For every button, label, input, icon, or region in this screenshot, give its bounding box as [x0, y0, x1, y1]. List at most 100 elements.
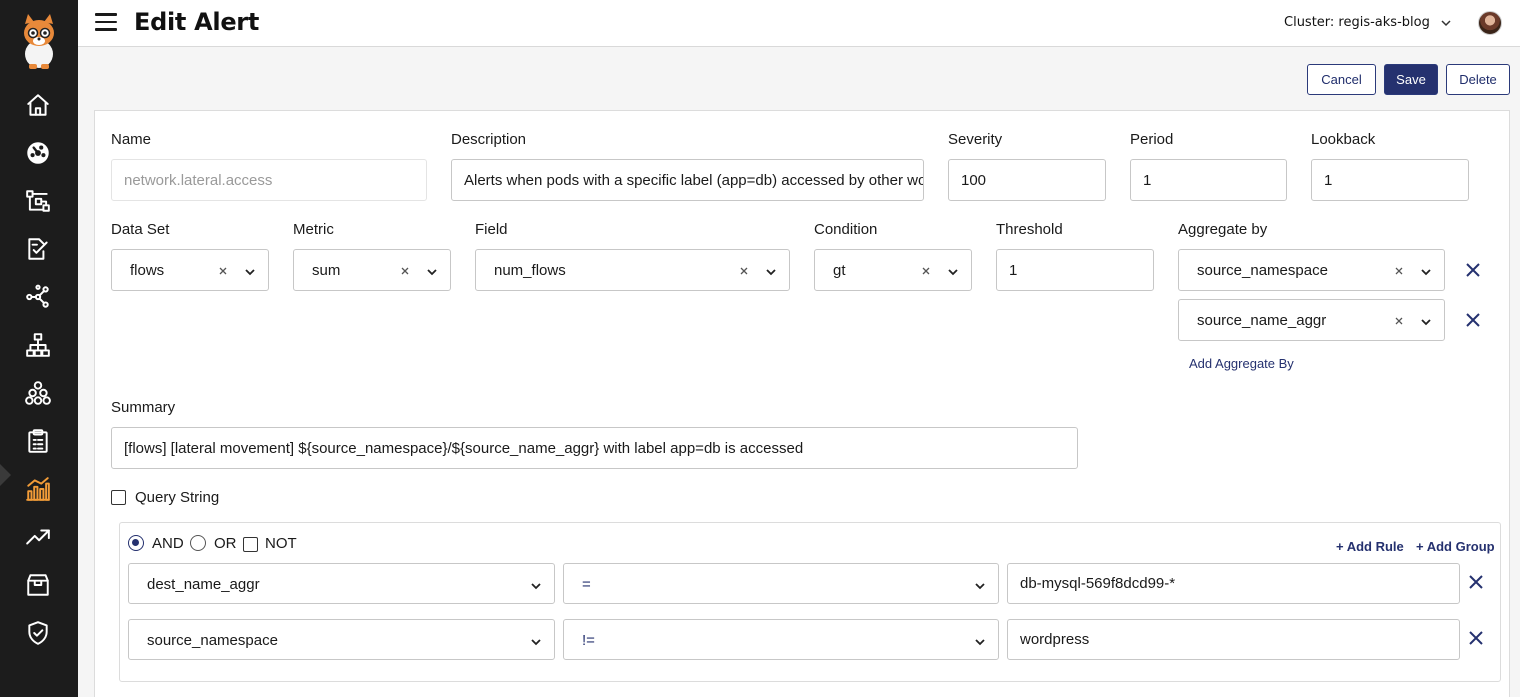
top-header: Edit Alert Cluster: regis-aks-blog	[78, 0, 1520, 47]
rule-operator-select[interactable]: =	[563, 563, 999, 604]
sidebar	[0, 0, 78, 697]
chevron-down-icon[interactable]	[1420, 315, 1432, 327]
condition-value: gt	[833, 262, 846, 279]
save-button[interactable]: Save	[1384, 64, 1438, 95]
rule-operator-value: =	[582, 576, 591, 593]
and-radio[interactable]	[128, 535, 144, 551]
chevron-down-icon[interactable]	[947, 265, 959, 277]
name-input[interactable]: network.lateral.access	[111, 159, 427, 201]
chevron-down-icon[interactable]	[244, 265, 256, 277]
rule-value-input[interactable]: db-mysql-569f8dcd99-*	[1007, 563, 1460, 604]
aggregate-by-label: Aggregate by	[1178, 221, 1268, 238]
logo-icon[interactable]	[19, 14, 59, 70]
rule-field-value: dest_name_aggr	[147, 576, 260, 593]
policies-icon[interactable]	[24, 235, 52, 263]
chevron-down-icon[interactable]	[974, 579, 986, 591]
cancel-button[interactable]: Cancel	[1307, 64, 1376, 95]
page-title: Edit Alert	[134, 8, 260, 36]
threshold-input[interactable]: 1	[996, 249, 1154, 291]
alert-form-card: Name Description Severity Period Lookbac…	[94, 110, 1510, 697]
chevron-down-icon[interactable]	[974, 635, 986, 647]
box-icon[interactable]	[24, 571, 52, 599]
description-label: Description	[451, 131, 527, 148]
aggregate-by-value: source_name_aggr	[1197, 312, 1327, 329]
add-rule-button[interactable]: + Add Rule	[1336, 539, 1404, 554]
not-label: NOT	[265, 535, 297, 552]
clear-icon[interactable]	[1393, 314, 1405, 326]
shield-icon[interactable]	[24, 619, 52, 647]
metric-value: sum	[312, 262, 341, 279]
dataset-value: flows	[130, 262, 165, 279]
condition-label: Condition	[814, 221, 878, 238]
rule-value-input[interactable]: wordpress	[1007, 619, 1460, 660]
condition-select[interactable]: gt	[814, 249, 972, 291]
trending-icon[interactable]	[24, 523, 52, 551]
period-input[interactable]: 1	[1130, 159, 1287, 201]
flow-icon[interactable]	[24, 187, 52, 215]
alerts-chart-icon[interactable]	[24, 475, 52, 503]
summary-input[interactable]: [flows] [lateral movement] ${source_name…	[111, 427, 1078, 469]
or-radio[interactable]	[190, 535, 206, 551]
rule-operator-value: !=	[582, 632, 595, 649]
clipboard-icon[interactable]	[24, 427, 52, 455]
cluster-selector[interactable]: Cluster: regis-aks-blog	[1284, 15, 1452, 30]
summary-label: Summary	[111, 399, 176, 416]
home-icon[interactable]	[24, 91, 52, 119]
chevron-down-icon	[1440, 17, 1452, 29]
remove-aggregate-close-icon[interactable]	[1465, 262, 1481, 278]
remove-aggregate-close-icon[interactable]	[1465, 312, 1481, 328]
clear-icon[interactable]	[920, 264, 932, 276]
graph-icon[interactable]	[24, 283, 52, 311]
query-string-label: Query String	[135, 489, 220, 506]
user-avatar[interactable]	[1478, 11, 1502, 35]
lookback-input[interactable]: 1	[1311, 159, 1469, 201]
dashboard-icon[interactable]	[24, 139, 52, 167]
severity-input[interactable]: 100	[948, 159, 1106, 201]
field-value: num_flows	[494, 262, 566, 279]
delete-rule-close-icon[interactable]	[1468, 574, 1484, 590]
and-label: AND	[152, 535, 184, 552]
chevron-down-icon[interactable]	[426, 265, 438, 277]
severity-label: Severity	[948, 131, 1003, 148]
hamburger-menu-icon[interactable]	[95, 13, 117, 33]
name-label: Name	[111, 131, 152, 148]
chevron-down-icon[interactable]	[530, 579, 542, 591]
delete-button[interactable]: Delete	[1446, 64, 1510, 95]
field-select[interactable]: num_flows	[475, 249, 790, 291]
nodes-icon[interactable]	[24, 379, 52, 407]
active-indicator	[0, 464, 11, 486]
metric-label: Metric	[293, 221, 334, 238]
rule-field-select[interactable]: dest_name_aggr	[128, 563, 555, 604]
add-group-button[interactable]: + Add Group	[1416, 539, 1495, 554]
chevron-down-icon[interactable]	[1420, 265, 1432, 277]
rule-field-value: source_namespace	[147, 632, 278, 649]
period-label: Period	[1130, 131, 1174, 148]
main-content: Cancel Save Delete Name Description Seve…	[78, 48, 1520, 697]
clear-icon[interactable]	[217, 264, 229, 276]
aggregate-by-select-1[interactable]: source_namespace	[1178, 249, 1445, 291]
not-checkbox[interactable]	[243, 537, 258, 552]
lookback-label: Lookback	[1311, 131, 1376, 148]
query-builder-group: AND OR NOT + Add Rule + Add Group dest_n…	[119, 522, 1501, 682]
aggregate-by-select-2[interactable]: source_name_aggr	[1178, 299, 1445, 341]
delete-rule-close-icon[interactable]	[1468, 630, 1484, 646]
chevron-down-icon[interactable]	[765, 265, 777, 277]
cluster-label: Cluster: regis-aks-blog	[1284, 15, 1430, 30]
or-label: OR	[214, 535, 237, 552]
rule-field-select[interactable]: source_namespace	[128, 619, 555, 660]
clear-icon[interactable]	[738, 264, 750, 276]
rule-operator-select[interactable]: !=	[563, 619, 999, 660]
field-label: Field	[475, 221, 508, 238]
query-string-checkbox[interactable]	[111, 490, 126, 505]
description-input[interactable]: Alerts when pods with a specific label (…	[451, 159, 924, 201]
hierarchy-icon[interactable]	[24, 331, 52, 359]
add-aggregate-by-link[interactable]: Add Aggregate By	[1189, 356, 1294, 371]
chevron-down-icon[interactable]	[530, 635, 542, 647]
aggregate-by-value: source_namespace	[1197, 262, 1328, 279]
dataset-label: Data Set	[111, 221, 170, 238]
clear-icon[interactable]	[1393, 264, 1405, 276]
threshold-label: Threshold	[996, 221, 1063, 238]
metric-select[interactable]: sum	[293, 249, 451, 291]
clear-icon[interactable]	[399, 264, 411, 276]
dataset-select[interactable]: flows	[111, 249, 269, 291]
